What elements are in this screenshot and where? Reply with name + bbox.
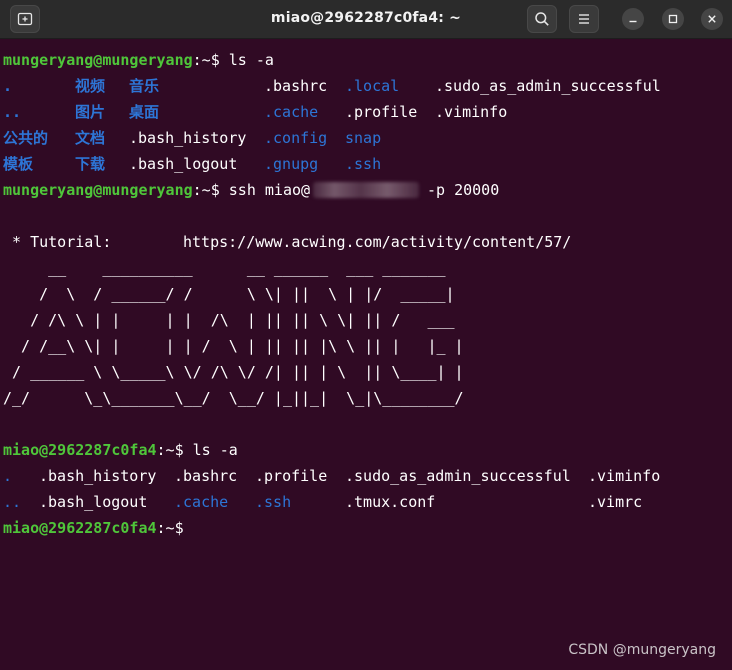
ascii-art-line: /_/ \_\_______\__/ \__/ |_||_| \_|\_____… <box>3 389 464 407</box>
ls-entry: .bash_logout <box>39 493 148 511</box>
ascii-art-line: / /__\ \| | | | / \ | || || |\ \ || | |_… <box>3 337 464 355</box>
redacted-host <box>313 182 419 198</box>
ls-row: .. .bash_logout .cache .ssh .tmux.conf .… <box>3 491 728 513</box>
ls-entry: snap <box>345 129 382 147</box>
prompt-line: mungeryang@mungeryang:~$ ls -a <box>3 49 274 71</box>
ls-entry: 文档 <box>75 129 106 147</box>
terminal-window: miao@2962287c0fa4: ~ mungeryang@mungerya… <box>0 0 732 670</box>
ls-entry: .sudo_as_admin_successful <box>345 467 571 485</box>
prompt-user: mungeryang@mungeryang <box>3 51 193 69</box>
ls-entry: 视频 <box>75 77 106 95</box>
ls-entry: .viminfo <box>588 467 661 485</box>
prompt-line: miao@2962287c0fa4:~$ ls -a <box>3 439 238 461</box>
minimize-icon <box>629 20 637 23</box>
ascii-art-line: / ______ \ \_____\ \/ /\ \/ /| || | \ ||… <box>3 363 464 381</box>
ls-entry: . <box>3 467 13 485</box>
prompt-sep: :~$ <box>156 519 184 537</box>
prompt-line: mungeryang@mungeryang:~$ ssh miao@ -p 20… <box>3 179 728 201</box>
ascii-art-line: / /\ \ | | | | /\ | || || \ \| || / ___ <box>3 311 455 329</box>
ssh-command: ssh miao@ <box>219 181 311 199</box>
command-text: ls -a <box>183 441 238 459</box>
prompt-user: miao@2962287c0fa4 <box>3 519 157 537</box>
prompt-user: mungeryang@mungeryang <box>3 181 193 199</box>
ls-entry: .bashrc <box>174 467 238 485</box>
ls-entry: 模板 <box>3 155 34 173</box>
prompt-sep: :~$ <box>192 181 220 199</box>
maximize-button[interactable] <box>662 8 684 30</box>
ls-entry: .sudo_as_admin_successful <box>435 77 661 95</box>
ls-entry: . <box>3 77 13 95</box>
ls-entry: .cache <box>264 103 319 121</box>
title-bar: miao@2962287c0fa4: ~ <box>0 0 732 39</box>
ls-entry: .config <box>264 129 328 147</box>
ls-entry: .local <box>345 77 400 95</box>
ls-row: 模板 下载 .bash_logout .gnupg .ssh <box>3 153 728 175</box>
command-text: ls -a <box>219 51 274 69</box>
ls-row: . .bash_history .bashrc .profile .sudo_a… <box>3 465 728 487</box>
ls-row: . 视频 音乐 .bashrc .local .sudo_as_admin_su… <box>3 75 728 97</box>
close-icon <box>708 15 716 23</box>
prompt-sep: :~$ <box>156 441 184 459</box>
hamburger-menu-icon <box>579 14 589 24</box>
terminal-output[interactable]: mungeryang@mungeryang:~$ ls -a . 视频 音乐 .… <box>0 39 732 670</box>
ascii-art-line: / \ / ______/ / \ \| || \ | |/ _____| <box>3 285 455 303</box>
search-button[interactable] <box>527 5 557 33</box>
motd-line: * Tutorial: https://www.acwing.com/activ… <box>3 231 728 253</box>
ls-entry: .ssh <box>345 155 382 173</box>
ls-entry: 音乐 <box>129 77 160 95</box>
ls-entry: 公共的 <box>3 129 49 147</box>
ls-entry: .tmux.conf <box>345 493 436 511</box>
prompt-line: miao@2962287c0fa4:~$ <box>3 517 184 539</box>
tutorial-url: https://www.acwing.com/activity/content/… <box>183 233 572 251</box>
ls-entry: .gnupg <box>264 155 319 173</box>
ls-entry: .bash_logout <box>129 155 238 173</box>
menu-button[interactable] <box>569 5 599 33</box>
ls-entry: .bash_history <box>39 467 157 485</box>
close-button[interactable] <box>701 8 723 30</box>
ls-entry: .. <box>3 103 22 121</box>
prompt-user: miao@2962287c0fa4 <box>3 441 157 459</box>
search-icon <box>535 12 549 26</box>
minimize-button[interactable] <box>622 8 644 30</box>
ls-entry: 图片 <box>75 103 106 121</box>
ls-entry: 桌面 <box>129 103 160 121</box>
tutorial-label: * Tutorial: <box>3 233 112 251</box>
ascii-art-line: __ __________ __ ______ ___ _______ <box>3 259 446 277</box>
watermark: CSDN @mungeryang <box>568 642 716 658</box>
ls-entry: .vimrc <box>588 493 643 511</box>
ls-entry: .. <box>3 493 22 511</box>
ls-entry: .profile <box>255 467 328 485</box>
ls-entry: .viminfo <box>435 103 508 121</box>
ls-entry: .ssh <box>255 493 292 511</box>
ls-row: .. 图片 桌面 .cache .profile .viminfo <box>3 101 728 123</box>
ls-entry: 下载 <box>75 155 106 173</box>
maximize-icon <box>668 14 678 24</box>
prompt-sep: :~$ <box>192 51 220 69</box>
ls-entry: .bash_history <box>129 129 247 147</box>
ls-row: 公共的 文档 .bash_history .config snap <box>3 127 728 149</box>
ls-entry: .bashrc <box>264 77 328 95</box>
ls-entry: .profile <box>345 103 418 121</box>
ssh-port-arg: -p 20000 <box>427 181 500 199</box>
ls-entry: .cache <box>174 493 229 511</box>
